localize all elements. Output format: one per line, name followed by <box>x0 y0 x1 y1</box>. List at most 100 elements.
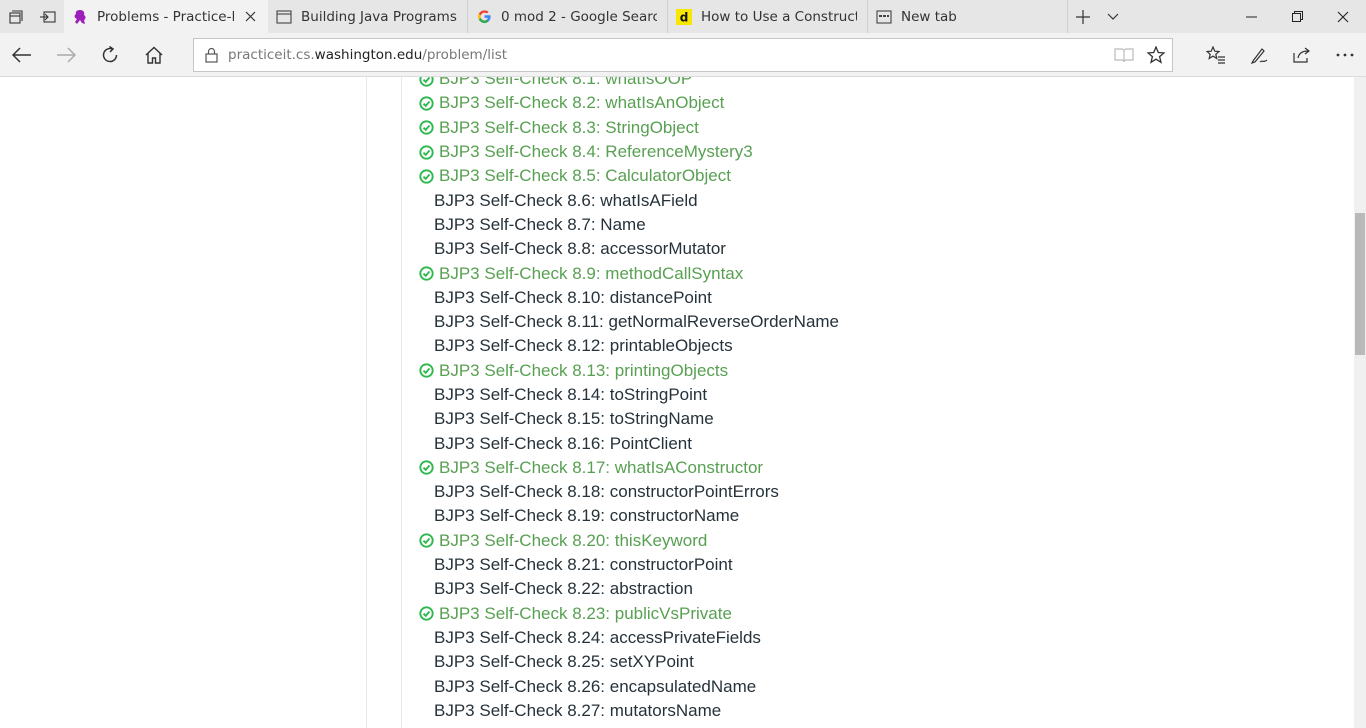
tab-title: New tab <box>901 8 957 25</box>
new-tab-plus-icon[interactable] <box>1068 0 1098 33</box>
scrollbar-thumb[interactable] <box>1355 213 1365 355</box>
refresh-icon[interactable] <box>88 33 132 77</box>
d-icon: d <box>676 8 692 25</box>
tab-preview-chevron-icon[interactable] <box>1098 0 1128 33</box>
solved-check-icon <box>418 95 434 111</box>
url-prefix: practiceit.cs. <box>228 47 315 63</box>
solved-check-icon <box>418 120 434 136</box>
solved-check-icon <box>418 363 434 379</box>
problem-link[interactable]: BJP3 Self-Check 8.15: toStringName <box>418 407 839 431</box>
tab-actions-icon[interactable] <box>0 0 32 33</box>
problem-link[interactable]: BJP3 Self-Check 8.23: publicVsPrivate <box>418 602 839 626</box>
problem-link[interactable]: BJP3 Self-Check 8.18: constructorPointEr… <box>418 480 839 504</box>
toolbar-right <box>1194 33 1366 77</box>
problem-label: BJP3 Self-Check 8.18: constructorPointEr… <box>434 482 779 502</box>
problem-link[interactable]: BJP3 Self-Check 8.10: distancePoint <box>418 286 839 310</box>
problem-link[interactable]: BJP3 Self-Check 8.17: whatIsAConstructor <box>418 456 839 480</box>
problem-label: BJP3 Self-Check 8.5: CalculatorObject <box>439 166 731 186</box>
solved-check-icon <box>418 144 434 160</box>
scrollbar-track[interactable] <box>1354 77 1366 728</box>
share-icon[interactable] <box>1280 33 1323 77</box>
problem-label: BJP3 Self-Check 8.16: PointClient <box>434 433 692 453</box>
problem-label: BJP3 Self-Check 8.17: whatIsAConstructor <box>439 457 764 477</box>
problem-link[interactable]: BJP3 Self-Check 8.27: mutatorsName <box>418 699 839 723</box>
problem-link[interactable]: BJP3 Self-Check 8.4: ReferenceMystery3 <box>418 140 839 164</box>
problem-label: BJP3 Self-Check 8.8: accessorMutator <box>434 239 726 259</box>
problem-link[interactable]: BJP3 Self-Check 8.12: printableObjects <box>418 334 839 358</box>
solved-check-icon <box>418 533 434 549</box>
tab-title: How to Use a Constructor ir <box>701 8 857 25</box>
problem-label: BJP3 Self-Check 8.14: toStringPoint <box>434 385 708 404</box>
problem-label: BJP3 Self-Check 8.23: publicVsPrivate <box>439 603 732 623</box>
problem-link[interactable]: BJP3 Self-Check 8.5: CalculatorObject <box>418 164 839 188</box>
tab-problems[interactable]: Problems - Practice-It <box>64 0 268 33</box>
problem-label: BJP3 Self-Check 8.26: encapsulatedName <box>434 676 757 696</box>
home-icon[interactable] <box>132 33 176 77</box>
tab-google-search[interactable]: 0 mod 2 - Google Search <box>468 0 668 33</box>
problem-link[interactable]: BJP3 Self-Check 8.1: whatIsOOP <box>418 77 839 91</box>
lock-icon[interactable] <box>194 47 228 63</box>
problem-list: BJP3 Self-Check 8.1: whatIsOOP BJP3 Self-… <box>418 77 839 723</box>
tab-new-tab[interactable]: New tab <box>868 0 1068 33</box>
column-divider <box>401 77 402 728</box>
problem-link[interactable]: BJP3 Self-Check 8.9: methodCallSyntax <box>418 261 839 285</box>
solved-check-icon <box>418 606 434 622</box>
problem-label: BJP3 Self-Check 8.11: getNormalReverseOr… <box>434 312 840 332</box>
problem-link[interactable]: BJP3 Self-Check 8.14: toStringPoint <box>418 383 839 407</box>
tab-title: 0 mod 2 - Google Search <box>501 8 657 25</box>
tab-bar: Problems - Practice-It Building Java Pro… <box>0 0 1366 33</box>
url-text: practiceit.cs.washington.edu/problem/lis… <box>228 47 1108 63</box>
url-host: washington.edu <box>314 47 423 63</box>
favorites-hub-icon[interactable] <box>1194 33 1237 77</box>
close-tab-icon[interactable] <box>242 9 258 25</box>
web-note-pen-icon[interactable] <box>1237 33 1280 77</box>
favorite-star-icon[interactable] <box>1140 39 1172 71</box>
more-options-icon[interactable] <box>1323 33 1366 77</box>
problem-link[interactable]: BJP3 Self-Check 8.16: PointClient <box>418 431 839 455</box>
problem-label: BJP3 Self-Check 8.25: setXYPoint <box>434 652 694 672</box>
back-icon[interactable] <box>0 33 44 77</box>
column-divider <box>366 77 367 728</box>
close-window-icon[interactable] <box>1320 0 1366 33</box>
address-bar[interactable]: practiceit.cs.washington.edu/problem/lis… <box>193 38 1173 72</box>
problem-label: BJP3 Self-Check 8.20: thisKeyword <box>439 530 708 550</box>
problem-link[interactable]: BJP3 Self-Check 8.3: StringObject <box>418 116 839 140</box>
problem-label: BJP3 Self-Check 8.12: printableObjects <box>434 336 733 356</box>
problem-link[interactable]: BJP3 Self-Check 8.7: Name <box>418 213 839 237</box>
problem-link[interactable]: BJP3 Self-Check 8.26: encapsulatedName <box>418 674 839 698</box>
url-path: /problem/list <box>422 47 508 63</box>
problem-label: BJP3 Self-Check 8.21: constructorPoint <box>434 555 733 575</box>
newtab-icon <box>876 9 892 25</box>
restore-icon[interactable] <box>1274 0 1320 33</box>
problem-link[interactable]: BJP3 Self-Check 8.22: abstraction <box>418 577 839 601</box>
problem-link[interactable]: BJP3 Self-Check 8.24: accessPrivateField… <box>418 626 839 650</box>
problem-label: BJP3 Self-Check 8.4: ReferenceMystery3 <box>439 142 753 162</box>
reading-view-icon[interactable] <box>1108 39 1140 71</box>
problem-label: BJP3 Self-Check 8.3: StringObject <box>439 117 699 137</box>
problem-label: BJP3 Self-Check 8.15: toStringName <box>434 409 714 429</box>
tab-constructor[interactable]: d How to Use a Constructor ir <box>668 0 868 33</box>
problem-label: BJP3 Self-Check 8.22: abstraction <box>434 579 693 599</box>
navigation-bar: practiceit.cs.washington.edu/problem/lis… <box>0 33 1366 77</box>
problem-link[interactable]: BJP3 Self-Check 8.25: setXYPoint <box>418 650 839 674</box>
problem-link[interactable]: BJP3 Self-Check 8.6: whatIsAField <box>418 188 839 212</box>
svg-text:d: d <box>680 10 689 24</box>
problem-label: BJP3 Self-Check 8.9: methodCallSyntax <box>439 263 744 283</box>
problem-label: BJP3 Self-Check 8.6: whatIsAField <box>434 190 698 210</box>
problem-link[interactable]: BJP3 Self-Check 8.13: printingObjects <box>418 359 839 383</box>
forward-icon[interactable] <box>44 33 88 77</box>
problem-link[interactable]: BJP3 Self-Check 8.21: constructorPoint <box>418 553 839 577</box>
problem-link[interactable]: BJP3 Self-Check 8.20: thisKeyword <box>418 529 839 553</box>
problem-link[interactable]: BJP3 Self-Check 8.19: constructorName <box>418 504 839 528</box>
problem-label: BJP3 Self-Check 8.2: whatIsAnObject <box>439 93 725 113</box>
minimize-icon[interactable] <box>1228 0 1274 33</box>
problem-label: BJP3 Self-Check 8.1: whatIsOOP <box>439 77 693 89</box>
set-tabs-aside-icon[interactable] <box>32 0 64 33</box>
problem-link[interactable]: BJP3 Self-Check 8.11: getNormalReverseOr… <box>418 310 839 334</box>
problem-link[interactable]: BJP3 Self-Check 8.2: whatIsAnObject <box>418 91 839 115</box>
solved-check-icon <box>418 460 434 476</box>
solved-check-icon <box>418 266 434 282</box>
tab-building-java[interactable]: Building Java Programs 3rd <box>268 0 468 33</box>
problem-label: BJP3 Self-Check 8.10: distancePoint <box>434 287 712 307</box>
problem-link[interactable]: BJP3 Self-Check 8.8: accessorMutator <box>418 237 839 261</box>
